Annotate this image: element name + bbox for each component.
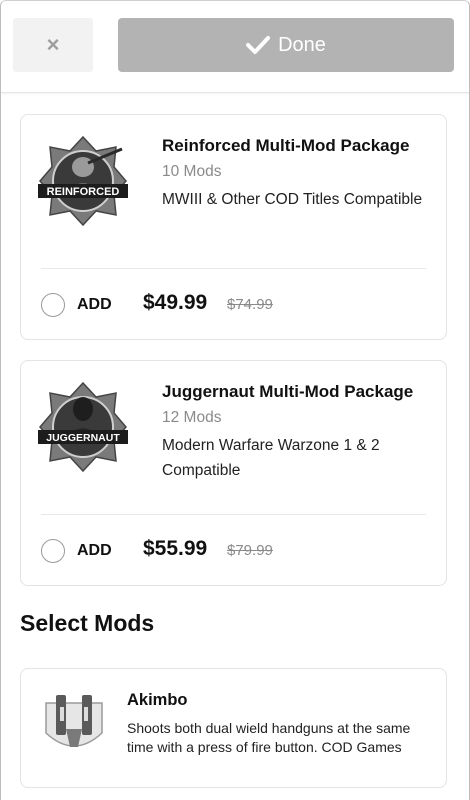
add-radio[interactable] bbox=[41, 293, 65, 317]
original-price: $79.99 bbox=[227, 542, 273, 559]
add-radio[interactable] bbox=[41, 539, 65, 563]
original-price: $74.99 bbox=[227, 296, 273, 313]
compatibility-text: Modern Warfare Warzone 1 & 2 Compatible bbox=[162, 437, 380, 479]
mod-name: Akimbo bbox=[127, 691, 188, 709]
mod-description: Shoots both dual wield handguns at the s… bbox=[127, 720, 411, 755]
package-card-juggernaut: JUGGERNAUT Juggernaut Multi-Mod Package … bbox=[20, 360, 447, 586]
add-label[interactable]: ADD bbox=[77, 542, 112, 560]
checkmark-icon bbox=[246, 36, 271, 54]
mods-count: 12 Mods bbox=[162, 409, 222, 426]
close-icon: × bbox=[46, 32, 60, 57]
add-label[interactable]: ADD bbox=[77, 296, 112, 314]
top-bar: × Done bbox=[1, 1, 469, 93]
reinforced-badge-icon: REINFORCED bbox=[38, 135, 128, 227]
juggernaut-badge-icon: JUGGERNAUT bbox=[38, 381, 128, 473]
akimbo-icon bbox=[45, 695, 103, 747]
divider bbox=[41, 514, 426, 515]
price: $49.99 bbox=[143, 291, 208, 314]
modal-frame: × Done REINFORCED Reinforced Multi-Mod P… bbox=[0, 0, 470, 800]
close-button[interactable]: × bbox=[13, 18, 93, 72]
svg-text:REINFORCED: REINFORCED bbox=[47, 186, 120, 198]
svg-text:JUGGERNAUT: JUGGERNAUT bbox=[46, 432, 120, 444]
compatibility-text: MWIII & Other COD Titles Compatible bbox=[162, 191, 423, 208]
mod-card-akimbo[interactable]: Akimbo Shoots both dual wield handguns a… bbox=[20, 668, 447, 788]
package-title: Reinforced Multi-Mod Package bbox=[162, 136, 410, 155]
package-card-reinforced: REINFORCED Reinforced Multi-Mod Package … bbox=[20, 114, 447, 340]
package-title: Juggernaut Multi-Mod Package bbox=[162, 382, 414, 401]
done-label: Done bbox=[278, 33, 326, 56]
section-title-select-mods: Select Mods bbox=[20, 610, 155, 636]
divider bbox=[41, 268, 426, 269]
done-button[interactable]: Done bbox=[118, 18, 454, 72]
mods-count: 10 Mods bbox=[162, 163, 222, 180]
price: $55.99 bbox=[143, 537, 208, 560]
